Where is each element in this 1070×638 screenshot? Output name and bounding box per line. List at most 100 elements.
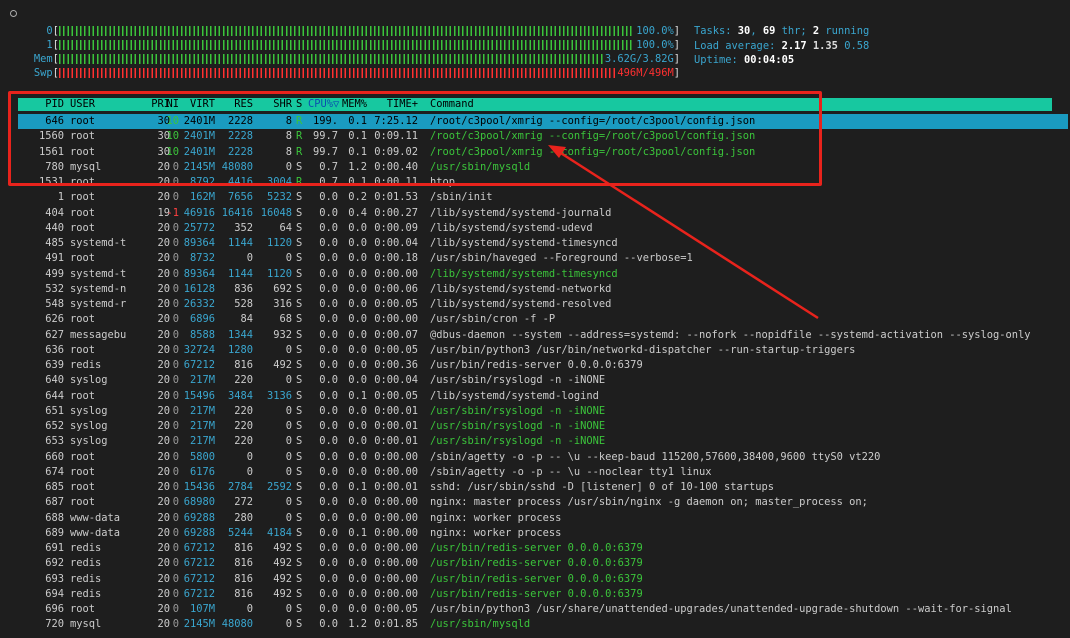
cell-time: 0:00.05 [374, 343, 418, 356]
meter-bracket-close: ] [673, 67, 680, 79]
cell-ni: 0 [172, 237, 179, 249]
process-row[interactable]: 626 root 20 0 6896 84 68 S 0.0 0.0 0:00.00/usr/sbi… [18, 312, 1068, 327]
process-row[interactable]: 660 root 20 0 5800 0 0 S 0.0 0.0 0:00.00/sbin/aget… [18, 450, 1068, 465]
process-row[interactable]: 636 root 20 0 32724 1280 0 S 0.0 0.0 0:00.05/usr/b… [18, 343, 1068, 358]
cell-s: S [296, 450, 303, 463]
process-row[interactable]: 694 redis 20 0 67212 816 492 S 0.0 0.0 0:00.00/usr… [18, 587, 1068, 602]
cell-shr: 492 [273, 587, 292, 600]
cell-cpu: 0.0 [319, 374, 338, 387]
tasks-line: Tasks: 30, 69 thr; 2 running [694, 24, 869, 39]
process-row[interactable]: 1 root 20 0 162M 7656 5232 S 0.0 0.2 0:01.53/sbin/… [18, 190, 1068, 205]
cell-s: S [296, 587, 303, 600]
cell-cpu: 0.0 [319, 191, 338, 204]
cell-res: 16416 [221, 206, 253, 219]
process-row[interactable]: 639 redis 20 0 67212 816 492 S 0.0 0.0 0:00.36/usr… [18, 358, 1068, 373]
cell-time: 0:00.00 [374, 267, 418, 280]
process-row[interactable]: 627 messagebu 20 0 8588 1344 932 S 0.0 0.0 0:00.07… [18, 328, 1068, 343]
process-row[interactable]: 499 systemd-t 20 0 89364 1144 1120 S 0.0 0.0 0:00.… [18, 267, 1068, 282]
cell-ni: 0 [172, 465, 179, 478]
cell-pid: 532 [45, 282, 64, 295]
cell-cpu: 0.0 [319, 267, 338, 280]
cell-s: S [296, 313, 303, 326]
cell-ni: 0 [172, 526, 179, 539]
cell-shr: 492 [273, 542, 292, 554]
process-row[interactable]: 689 www-data 20 0 69288 5244 4184 S 0.0 0.1 0:00.0… [18, 526, 1068, 541]
cell-ni: 0 [172, 557, 179, 570]
cell-virt: 107M [189, 603, 215, 615]
process-row[interactable]: 548 systemd-r 20 0 26332 528 316 S 0.0 0.0 0:00.05… [18, 297, 1068, 312]
cell-cpu: 0.0 [319, 328, 338, 341]
cell-virt: 26332 [183, 298, 215, 310]
cell-s: S [296, 572, 303, 585]
cell-cpu: 0.0 [319, 298, 338, 310]
cell-res: 280 [234, 511, 253, 524]
cell-cpu: 0.0 [319, 389, 338, 402]
cell-s: S [296, 557, 303, 570]
cell-s: S [296, 435, 303, 448]
cell-ni: 0 [172, 298, 179, 310]
cell-cpu: 0.0 [319, 557, 338, 570]
cell-time: 0:00.00 [374, 313, 418, 326]
meters-panel: 0[100.0%] 1[100.0%] Mem[3.62G/3.82G] Swp[49… [20, 24, 680, 80]
load-label: Load average: [694, 39, 782, 52]
process-row[interactable]: 644 root 20 0 15496 3484 3136 S 0.0 0.1 0:00.05/li… [18, 389, 1068, 404]
cell-time: 0:00.00 [374, 496, 418, 509]
process-row[interactable]: 693 redis 20 0 67212 816 492 S 0.0 0.0 0:00.00/usr… [18, 572, 1068, 587]
process-row[interactable]: 653 syslog 20 0 217M 220 0 S 0.0 0.0 0:00.01/usr/s… [18, 434, 1068, 449]
cell-shr: 692 [273, 282, 292, 295]
cell-pid: 440 [45, 221, 64, 234]
cell-res: 272 [234, 496, 253, 509]
process-row[interactable]: 692 redis 20 0 67212 816 492 S 0.0 0.0 0:00.00/usr… [18, 556, 1068, 571]
process-row[interactable]: 491 root 20 0 8732 0 0 S 0.0 0.0 0:00.18/usr/sbin/… [18, 251, 1068, 266]
cell-shr: 0 [285, 496, 292, 509]
cell-time: 0:00.18 [374, 252, 418, 265]
cell-cmd: /usr/bin/python3 /usr/bin/networkd-dispa… [430, 343, 856, 356]
cell-cpu: 0.0 [319, 237, 338, 249]
cell-cpu: 0.0 [319, 359, 338, 371]
cell-shr: 0 [285, 420, 292, 432]
cell-res: 816 [234, 359, 253, 371]
cell-shr: 5232 [266, 191, 292, 204]
cell-mem: 0.0 [348, 542, 367, 554]
cell-res: 0 [246, 450, 253, 463]
cell-virt: 69288 [183, 526, 215, 539]
cell-virt: 217M [189, 435, 215, 448]
cell-pid: 639 [45, 359, 64, 371]
process-row[interactable]: 687 root 20 0 68980 272 0 S 0.0 0.0 0:00.00 nginx: … [18, 495, 1068, 510]
process-row[interactable]: 688 www-data 20 0 69288 280 0 S 0.0 0.0 0:00.00 ngi… [18, 511, 1068, 526]
cell-s: S [296, 542, 303, 554]
process-row[interactable]: 651 syslog 20 0 217M 220 0 S 0.0 0.0 0:00.01/usr/s… [18, 404, 1068, 419]
cell-user: syslog [70, 404, 108, 417]
cell-shr: 64 [279, 221, 292, 234]
cell-user: www-data [70, 511, 121, 524]
cell-user: redis [70, 557, 102, 570]
process-row[interactable]: 532 systemd-n 20 0 16128 836 692 S 0.0 0.0 0:00.06… [18, 282, 1068, 297]
cell-ni: 0 [172, 542, 179, 554]
cell-time: 0:00.01 [374, 420, 418, 432]
process-row[interactable]: 685 root 20 0 15436 2784 2592 S 0.0 0.1 0:00.01 ssh… [18, 480, 1068, 495]
load15-value: 0.58 [844, 39, 870, 52]
process-row[interactable]: 691 redis 20 0 67212 816 492 S 0.0 0.0 0:00.00/usr… [18, 541, 1068, 556]
process-row[interactable]: 404 root 19 -1 46916 16416 16048 S 0.0 0.4 0:00.27… [18, 206, 1068, 221]
process-row[interactable]: 696 root 20 0 107M 0 0 S 0.0 0.0 0:00.05/usr/bin/p… [18, 602, 1068, 617]
cell-res: 1280 [227, 343, 253, 356]
process-row[interactable]: 640 syslog 20 0 217M 220 0 S 0.0 0.0 0:00.04/usr/s… [18, 373, 1068, 388]
meter-bar: 496M/496M [58, 67, 674, 79]
load-line: Load average: 2.17 1.35 0.58 [694, 39, 869, 54]
cell-ni: 0 [172, 313, 179, 326]
process-row[interactable]: 674 root 20 0 6176 0 0 S 0.0 0.0 0:00.00/sbin/aget… [18, 465, 1068, 480]
cell-time: 0:00.05 [374, 389, 418, 402]
process-row[interactable]: 720 mysql 20 0 2145M 48080 0 S 0.0 1.2 0:01.85/usr… [18, 617, 1068, 632]
process-row[interactable]: 485 systemd-t 20 0 89364 1144 1120 S 0.0 0.0 0:00.… [18, 236, 1068, 251]
tasks-count: 30 [737, 25, 751, 37]
cell-time: 0:00.00 [374, 465, 418, 478]
process-row[interactable]: 440 root 20 0 25772 352 64 S 0.0 0.0 0:00.09/lib/s… [18, 221, 1068, 236]
cell-res: 220 [234, 420, 253, 432]
cell-pid: 640 [45, 374, 64, 387]
cell-cmd: /lib/systemd/systemd-timesyncd [430, 267, 618, 280]
process-row[interactable]: 652 syslog 20 0 217M 220 0 S 0.0 0.0 0:00.01/usr/s… [18, 419, 1068, 434]
meter-bracket-close: ] [673, 39, 680, 51]
cell-mem: 0.1 [348, 389, 367, 402]
cell-time: 0:00.01 [374, 404, 418, 417]
meter-bar: 100.0% [58, 25, 674, 37]
